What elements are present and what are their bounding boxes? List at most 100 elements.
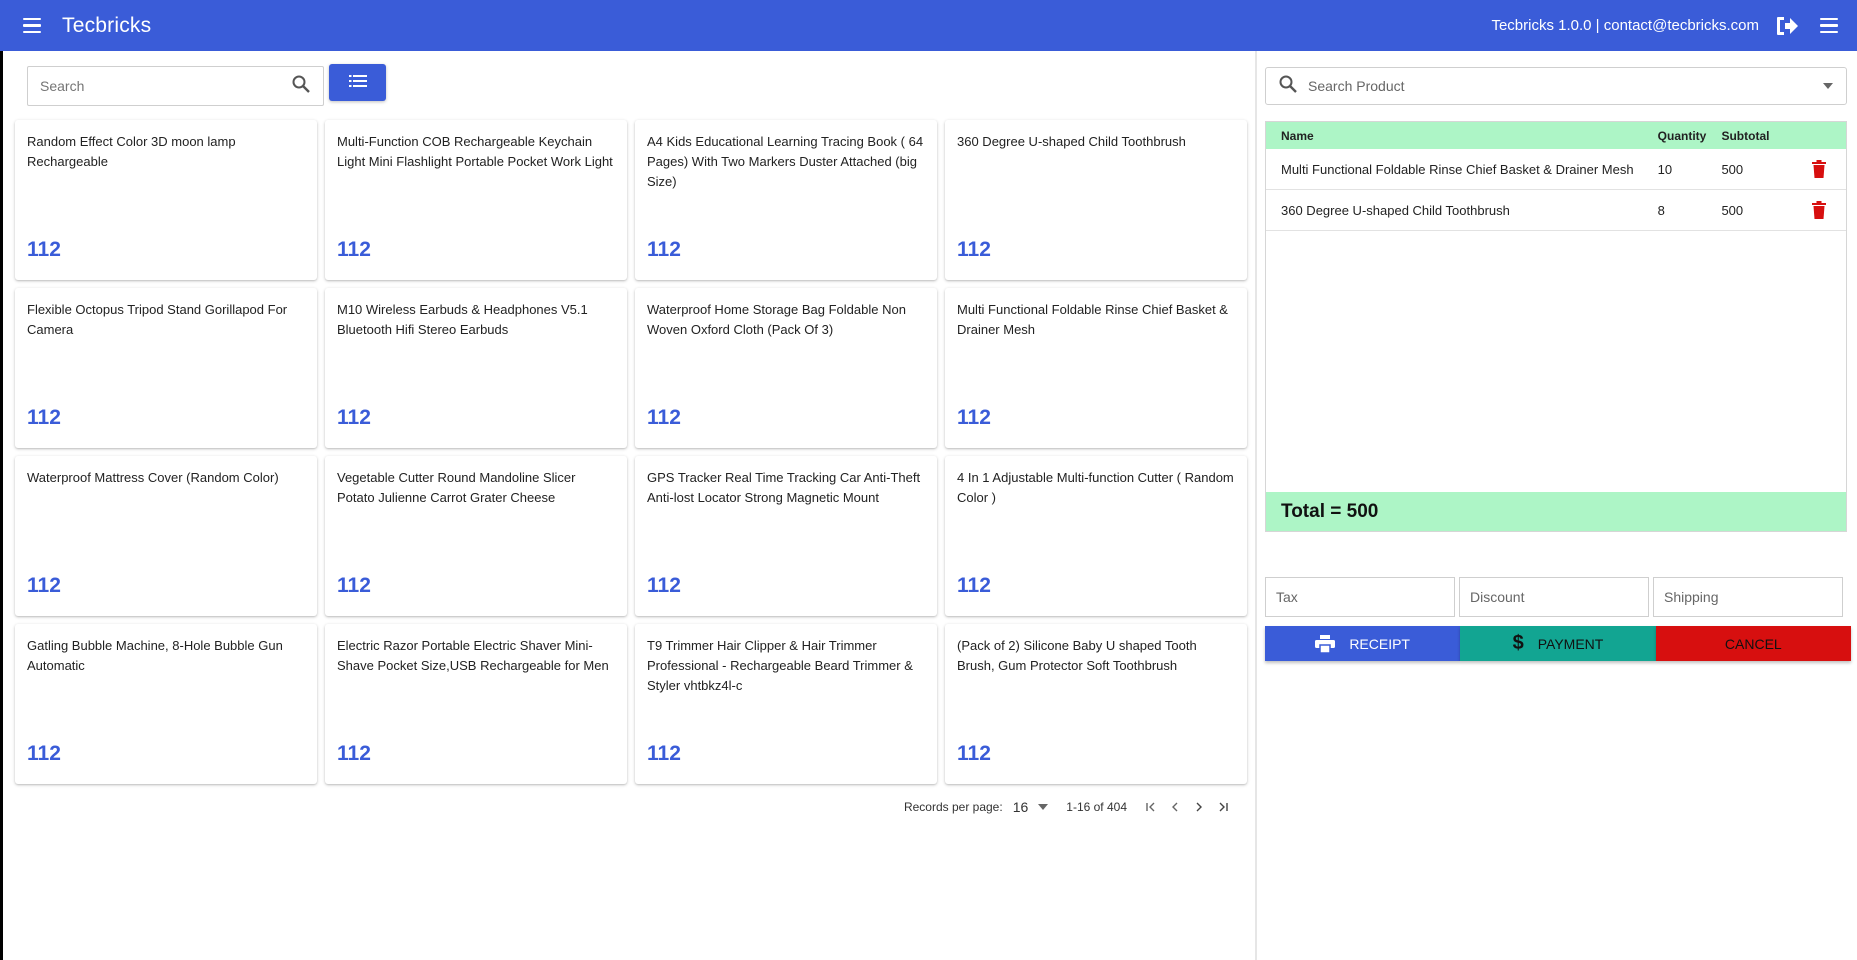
shipping-field[interactable] xyxy=(1653,577,1843,617)
column-header-name: Name xyxy=(1281,128,1314,143)
product-name: 4 In 1 Adjustable Multi-function Cutter … xyxy=(957,470,1234,505)
product-price: 112 xyxy=(647,742,681,765)
product-name: Waterproof Mattress Cover (Random Color) xyxy=(27,470,279,485)
product-price: 112 xyxy=(957,406,991,429)
printer-icon xyxy=(1315,634,1336,653)
product-price: 112 xyxy=(957,238,991,261)
product-price: 112 xyxy=(337,238,371,261)
last-page-icon[interactable] xyxy=(1211,795,1235,819)
cart-adjustments xyxy=(1265,577,1851,617)
column-header-subtotal: Subtotal xyxy=(1721,128,1770,143)
app-bar: Tecbricks Tecbricks 1.0.0 | contact@tecb… xyxy=(0,0,1857,51)
next-page-icon[interactable] xyxy=(1187,795,1211,819)
product-card[interactable]: T9 Trimmer Hair Clipper & Hair Trimmer P… xyxy=(635,624,937,784)
product-name: Flexible Octopus Tripod Stand Gorillapod… xyxy=(27,302,288,337)
product-search-box xyxy=(27,66,324,106)
cart-table: Name Quantity Subtotal Multi Functional … xyxy=(1265,121,1847,532)
product-card[interactable]: Waterproof Mattress Cover (Random Color)… xyxy=(15,456,317,616)
product-card[interactable]: Flexible Octopus Tripod Stand Gorillapod… xyxy=(15,288,317,448)
prev-page-icon[interactable] xyxy=(1163,795,1187,819)
product-card[interactable]: Waterproof Home Storage Bag Foldable Non… xyxy=(635,288,937,448)
product-price: 112 xyxy=(337,406,371,429)
cart-item-name: Multi Functional Foldable Rinse Chief Ba… xyxy=(1281,161,1634,177)
cart-item-name: 360 Degree U-shaped Child Toothbrush xyxy=(1281,202,1510,218)
search-icon[interactable] xyxy=(291,74,311,99)
cart-row: 360 Degree U-shaped Child Toothbrush 8 5… xyxy=(1266,190,1846,231)
settings-menu-icon[interactable] xyxy=(1815,12,1843,40)
dropdown-icon xyxy=(1038,804,1049,810)
cancel-label: Cancel xyxy=(1724,635,1782,652)
product-name: M10 Wireless Earbuds & Headphones V5.1 B… xyxy=(337,302,588,337)
product-name: (Pack of 2) Silicone Baby U shaped Tooth… xyxy=(957,638,1197,673)
discount-field[interactable] xyxy=(1459,577,1649,617)
receipt-button[interactable]: Receipt xyxy=(1265,626,1461,661)
records-per-page-select[interactable]: 16 xyxy=(1013,799,1049,815)
cart-item-quantity[interactable]: 10 xyxy=(1658,162,1722,177)
product-name: A4 Kids Educational Learning Tracing Boo… xyxy=(647,134,924,189)
product-price: 112 xyxy=(647,238,681,261)
product-name: 360 Degree U-shaped Child Toothbrush xyxy=(957,134,1186,149)
product-name: Electric Razor Portable Electric Shaver … xyxy=(337,638,609,673)
product-price: 112 xyxy=(337,574,371,597)
logout-icon[interactable] xyxy=(1773,12,1801,40)
cart-row: Multi Functional Foldable Rinse Chief Ba… xyxy=(1266,149,1846,190)
list-icon xyxy=(348,74,367,92)
product-card[interactable]: (Pack of 2) Silicone Baby U shaped Tooth… xyxy=(945,624,1247,784)
cart-panel: Name Quantity Subtotal Multi Functional … xyxy=(1257,51,1857,960)
app-title: Tecbricks xyxy=(62,13,152,37)
product-price: 112 xyxy=(27,742,61,765)
tax-field[interactable] xyxy=(1265,577,1455,617)
product-card[interactable]: Electric Razor Portable Electric Shaver … xyxy=(325,624,627,784)
product-search-input[interactable] xyxy=(1308,78,1810,94)
product-name: Gatling Bubble Machine, 8-Hole Bubble Gu… xyxy=(27,638,283,673)
payment-button[interactable]: $ Payment xyxy=(1460,626,1656,661)
product-price: 112 xyxy=(647,406,681,429)
receipt-label: Receipt xyxy=(1349,635,1410,652)
product-card[interactable]: Random Effect Color 3D moon lamp Recharg… xyxy=(15,120,317,280)
product-card[interactable]: A4 Kids Educational Learning Tracing Boo… xyxy=(635,120,937,280)
records-per-page-value: 16 xyxy=(1012,799,1029,815)
product-price: 112 xyxy=(27,406,61,429)
cancel-button[interactable]: Cancel xyxy=(1655,626,1851,661)
payment-label: Payment xyxy=(1537,635,1604,652)
product-price: 112 xyxy=(957,574,991,597)
product-name: GPS Tracker Real Time Tracking Car Anti-… xyxy=(647,470,921,505)
product-name: Multi Functional Foldable Rinse Chief Ba… xyxy=(957,302,1228,337)
product-card[interactable]: 4 In 1 Adjustable Multi-function Cutter … xyxy=(945,456,1247,616)
product-grid: Random Effect Color 3D moon lamp Recharg… xyxy=(15,120,1247,784)
product-search-select xyxy=(1265,67,1847,105)
product-price: 112 xyxy=(27,574,61,597)
product-card[interactable]: Gatling Bubble Machine, 8-Hole Bubble Gu… xyxy=(15,624,317,784)
product-card[interactable]: Vegetable Cutter Round Mandoline Slicer … xyxy=(325,456,627,616)
cart-item-quantity[interactable]: 8 xyxy=(1658,203,1722,218)
product-card[interactable]: GPS Tracker Real Time Tracking Car Anti-… xyxy=(635,456,937,616)
product-card[interactable]: 360 Degree U-shaped Child Toothbrush 112 xyxy=(945,120,1247,280)
first-page-icon[interactable] xyxy=(1139,795,1163,819)
column-header-quantity: Quantity xyxy=(1657,128,1707,143)
search-icon xyxy=(1278,74,1298,99)
product-price: 112 xyxy=(647,574,681,597)
product-name: T9 Trimmer Hair Clipper & Hair Trimmer P… xyxy=(647,638,913,693)
delete-icon[interactable] xyxy=(1791,201,1846,219)
product-card[interactable]: Multi-Function COB Rechargeable Keychain… xyxy=(325,120,627,280)
product-card[interactable]: M10 Wireless Earbuds & Headphones V5.1 B… xyxy=(325,288,627,448)
product-name: Waterproof Home Storage Bag Foldable Non… xyxy=(647,302,906,337)
page-range: 1-16 of 404 xyxy=(1066,800,1127,814)
product-name: Vegetable Cutter Round Mandoline Slicer … xyxy=(337,470,576,505)
product-price: 112 xyxy=(957,742,991,765)
records-per-page-label: Records per page: xyxy=(903,800,1003,814)
dollar-icon: $ xyxy=(1512,632,1524,654)
product-price: 112 xyxy=(337,742,371,765)
dropdown-icon[interactable] xyxy=(1810,83,1846,89)
search-input[interactable] xyxy=(40,78,291,94)
cart-item-subtotal: 500 xyxy=(1721,161,1744,177)
menu-icon[interactable] xyxy=(18,12,46,40)
product-panel: Random Effect Color 3D moon lamp Recharg… xyxy=(0,51,1255,960)
delete-icon[interactable] xyxy=(1791,160,1846,178)
pagination: Records per page: 16 1-16 of 404 xyxy=(904,795,1235,819)
cart-total: Total = 500 xyxy=(1266,492,1846,531)
product-card[interactable]: Multi Functional Foldable Rinse Chief Ba… xyxy=(945,288,1247,448)
list-view-button[interactable] xyxy=(329,64,386,101)
cart-item-subtotal: 500 xyxy=(1721,202,1744,218)
product-name: Random Effect Color 3D moon lamp Recharg… xyxy=(27,134,236,169)
